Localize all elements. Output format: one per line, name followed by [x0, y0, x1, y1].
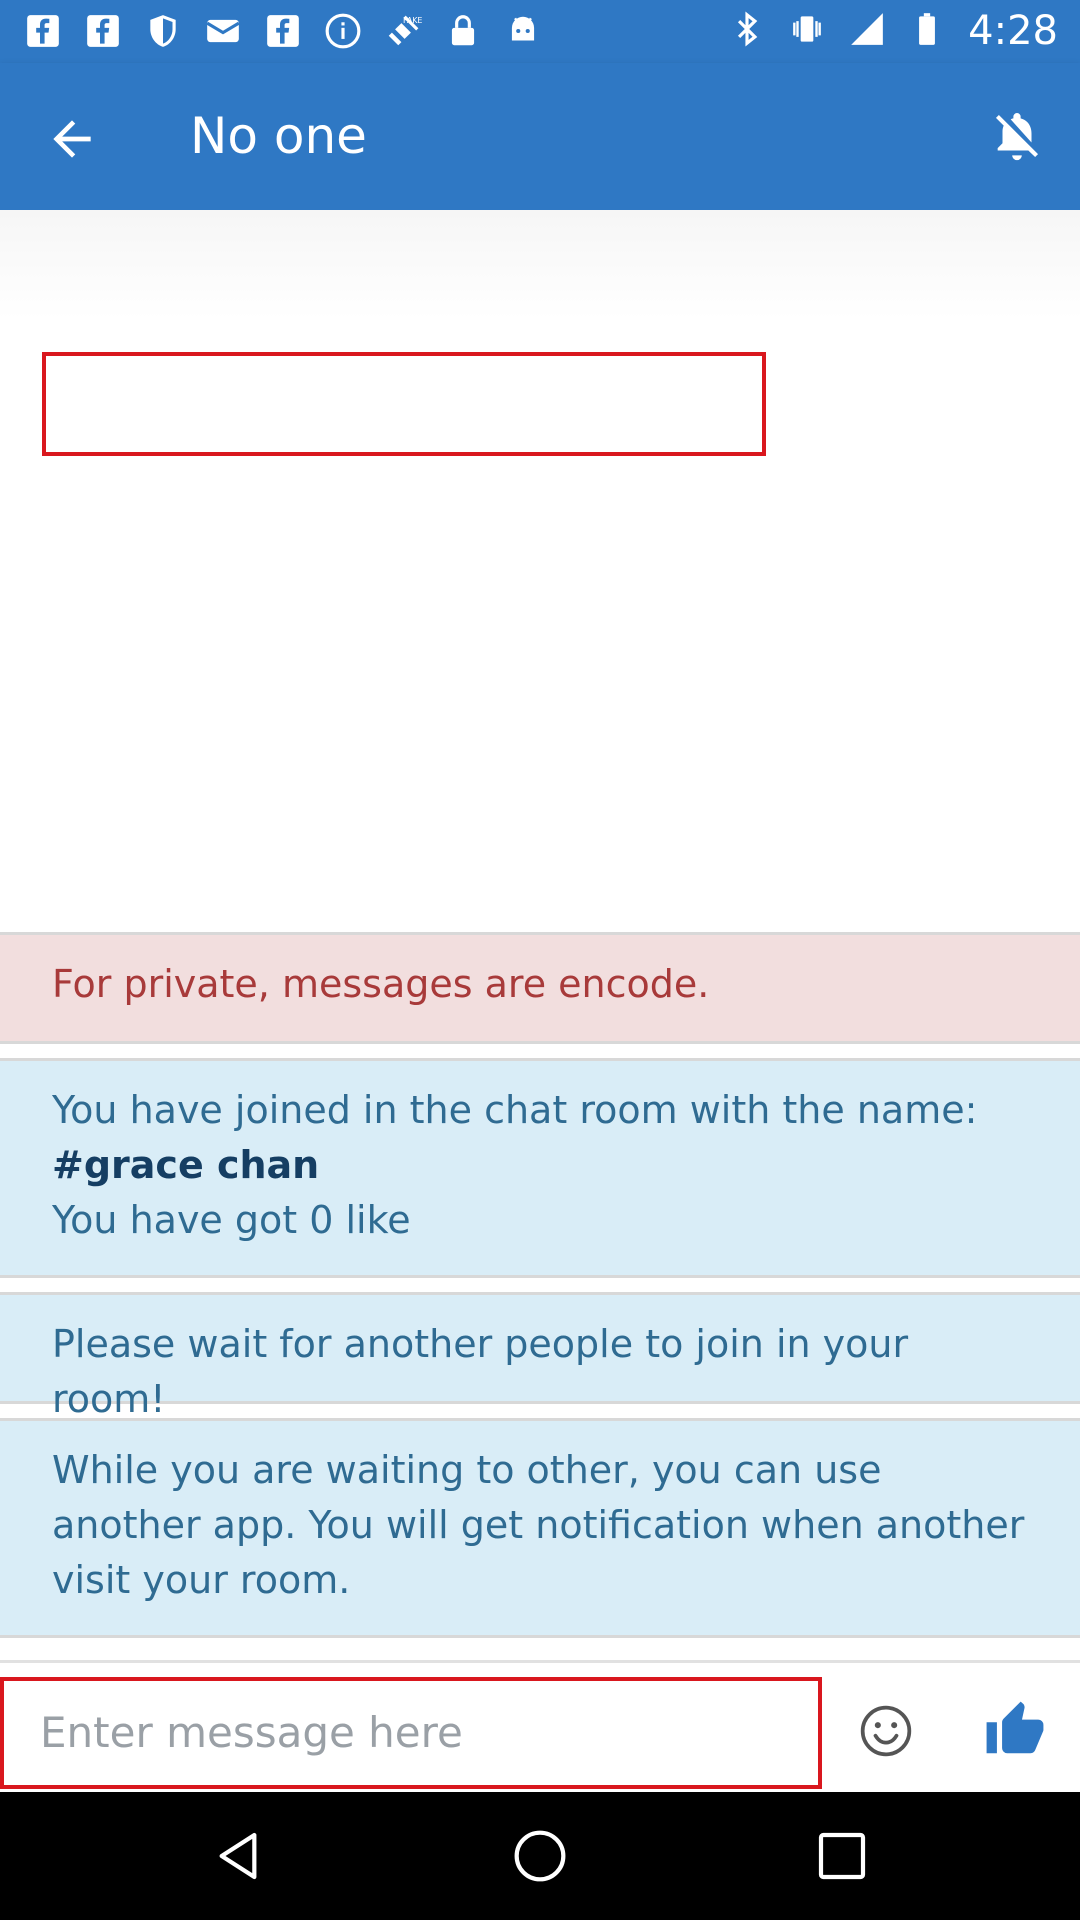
joined-text: You have joined in the chat room with th…	[52, 1088, 978, 1132]
system-navigation-bar	[0, 1792, 1080, 1920]
facebook-icon	[84, 12, 122, 50]
chat-area-top	[0, 210, 1080, 320]
svg-text:FAKE: FAKE	[403, 16, 422, 25]
room-name: #grace chan	[52, 1143, 320, 1187]
shield-icon	[144, 12, 182, 50]
emoji-icon[interactable]	[858, 1703, 914, 1759]
message-input[interactable]: Enter message here	[0, 1677, 822, 1789]
wait-text: Please wait for another people to join i…	[52, 1322, 909, 1421]
notification-icons: FAKE	[24, 12, 542, 50]
waiting-info-text: While you are waiting to other, you can …	[52, 1448, 1025, 1602]
signal-icon	[848, 10, 886, 52]
android-icon	[504, 12, 542, 50]
page-title: No one	[190, 107, 367, 165]
nav-home-icon[interactable]	[512, 1828, 568, 1884]
private-notice-text: For private, messages are encode.	[52, 962, 710, 1006]
status-bar: FAKE 4:28	[0, 0, 1080, 63]
nav-recents-icon[interactable]	[814, 1828, 870, 1884]
satellite-fake-gps-icon: FAKE	[384, 12, 422, 50]
nav-back-icon[interactable]	[210, 1828, 266, 1884]
wait-message: Please wait for another people to join i…	[0, 1292, 1080, 1421]
thumbs-up-icon[interactable]	[984, 1699, 1046, 1761]
app-bar: No one	[0, 63, 1080, 210]
private-notice-message: For private, messages are encode.	[0, 932, 1080, 1044]
lock-icon	[444, 12, 482, 50]
info-icon	[324, 12, 362, 50]
vibrate-icon	[788, 10, 826, 52]
clock: 4:28	[968, 8, 1058, 54]
facebook-icon	[24, 12, 62, 50]
waiting-info-message: While you are waiting to other, you can …	[0, 1418, 1080, 1638]
facebook-icon	[264, 12, 302, 50]
arrow-back-icon[interactable]	[44, 111, 100, 167]
mail-icon	[204, 12, 242, 50]
likes-count-text: You have got 0 like	[52, 1198, 411, 1242]
battery-icon	[908, 10, 946, 52]
notifications-off-icon[interactable]	[988, 107, 1046, 165]
composer-bar: Enter message here	[0, 1660, 1080, 1792]
bluetooth-icon	[728, 10, 766, 52]
highlight-box	[42, 352, 766, 456]
joined-message: You have joined in the chat room with th…	[0, 1058, 1080, 1278]
